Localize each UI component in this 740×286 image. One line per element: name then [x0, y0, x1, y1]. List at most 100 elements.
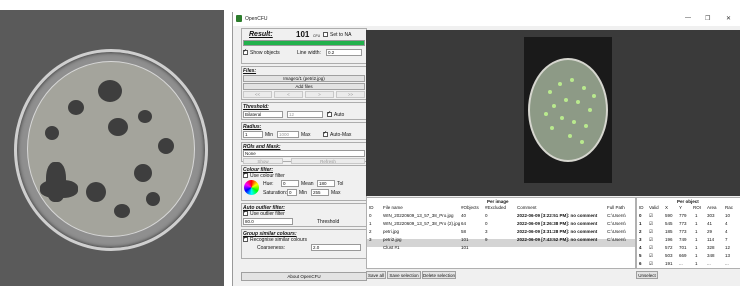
col-objects[interactable]: #Objects [461, 205, 479, 210]
next-file-button[interactable]: > [305, 91, 334, 98]
per-object-cell[interactable]: 4 [725, 229, 728, 234]
per-object-cell[interactable]: 773 [679, 221, 687, 226]
hue-mean-input[interactable]: 0 [281, 180, 299, 187]
per-object-cell[interactable]: 6 [639, 261, 642, 266]
col-full-path[interactable]: Full Path [607, 205, 625, 210]
per-object-cell[interactable]: 12 [725, 245, 730, 250]
per-object-cell[interactable]: 1 [695, 213, 698, 218]
per-image-cell[interactable]: WIN_20220609_13_57_38_Pro.jpg [383, 213, 454, 218]
radius-min-input[interactable]: 1 [243, 131, 263, 138]
per-object-cell[interactable]: 545 [665, 221, 673, 226]
per-image-cell[interactable]: 0 [369, 213, 372, 218]
per-image-cell[interactable]: 0 [485, 213, 488, 218]
per-image-cell[interactable]: 2022-06-09 [7:43:52 PM]: no comment [517, 237, 597, 242]
per-image-cell[interactable]: 2022-06-09 [3:31:28 PM]: no comment [517, 229, 597, 234]
close-button[interactable]: ✕ [726, 15, 731, 22]
per-object-cell[interactable]: 191 [665, 261, 673, 266]
per-object-cell[interactable]: 1 [695, 245, 698, 250]
threshold-auto-checkbox[interactable] [327, 110, 332, 117]
per-object-cell[interactable]: 1 [695, 261, 698, 266]
roi-select[interactable]: None [243, 150, 365, 157]
per-object-cell[interactable]: 503 [665, 253, 673, 258]
save-all-button[interactable]: Save all [366, 271, 386, 279]
auto-max-checkbox[interactable] [323, 130, 328, 137]
show-objects-checkbox[interactable] [243, 48, 248, 55]
col-comment[interactable]: Comment [517, 205, 537, 210]
per-object-cell[interactable]: ☑ [649, 253, 653, 259]
about-button[interactable]: About OpenCFU [241, 272, 367, 281]
per-image-cell[interactable]: 58 [461, 229, 466, 234]
col-id[interactable]: ID [369, 205, 374, 210]
col-excluded[interactable]: #Excluded [485, 205, 506, 210]
per-image-cell[interactable]: 101 [461, 245, 469, 250]
per-image-cell[interactable]: 3 [485, 229, 488, 234]
outlier-threshold-input[interactable]: 80.0 [243, 218, 293, 225]
per-object-cell[interactable]: 1 [695, 229, 698, 234]
per-object-cell[interactable]: 114 [707, 237, 714, 242]
per-object-cell[interactable]: 196 [665, 237, 673, 242]
per-object-cell[interactable]: 779 [679, 213, 687, 218]
per-object-cell[interactable]: ☑ [649, 261, 653, 267]
per-object-cell[interactable]: 669 [679, 253, 687, 258]
radius-max-input[interactable]: 1000 [277, 131, 299, 138]
per-object-cell[interactable]: 41 [707, 221, 712, 226]
per-object-cell[interactable]: 10 [725, 213, 730, 218]
per-object-cell[interactable]: 773 [679, 229, 687, 234]
per-object-cell[interactable]: 185 [665, 229, 673, 234]
per-object-cell[interactable]: ... [725, 261, 729, 266]
use-colour-filter-checkbox[interactable] [243, 171, 248, 178]
threshold-value-input[interactable]: 12 [287, 111, 323, 118]
per-object-cell[interactable]: 328 [707, 245, 715, 250]
first-file-button[interactable]: << [243, 91, 272, 98]
per-object-cell[interactable]: 29 [707, 229, 712, 234]
per-image-cell[interactable]: petri.jpg [383, 229, 399, 234]
per-object-cell[interactable]: 1 [639, 221, 642, 226]
per-object-cell[interactable]: ☑ [649, 245, 653, 251]
image-viewer[interactable] [366, 30, 740, 196]
per-image-cell[interactable]: 3 [369, 237, 372, 242]
per-object-cell[interactable]: 0 [639, 213, 642, 218]
per-image-cell[interactable]: 64 [461, 221, 466, 226]
obj-col-id[interactable]: ID [639, 205, 644, 210]
per-object-cell[interactable]: 7 [725, 237, 728, 242]
per-object-cell[interactable]: 4 [639, 245, 642, 250]
sat-min-input[interactable]: 0 [287, 189, 297, 196]
prev-file-button[interactable]: < [274, 91, 303, 98]
roi-refresh-button[interactable]: Refresh [291, 158, 365, 164]
per-image-cell[interactable]: 40 [461, 213, 466, 218]
per-object-cell[interactable]: 1 [695, 253, 698, 258]
per-object-cell[interactable]: 303 [707, 213, 715, 218]
obj-col-area[interactable]: Area [707, 205, 717, 210]
hue-tol-input[interactable]: 180 [317, 180, 335, 187]
obj-col-y[interactable]: Y [679, 205, 682, 210]
per-object-cell[interactable]: ☑ [649, 213, 653, 219]
obj-col-roi[interactable]: ROI [693, 205, 701, 210]
sat-max-input[interactable]: 255 [311, 189, 329, 196]
per-image-cell[interactable]: 9 [485, 237, 488, 242]
per-image-cell[interactable]: 1 [369, 221, 372, 226]
set-na-checkbox[interactable] [323, 32, 328, 37]
per-image-cell[interactable]: WIN_20220609_13_57_38_Pro (2).jpg [383, 221, 460, 226]
recognise-colours-checkbox[interactable] [243, 235, 248, 242]
per-image-cell[interactable]: C:\Users\ [607, 213, 626, 218]
obj-col-x[interactable]: X [665, 205, 668, 210]
per-object-cell[interactable]: 572 [665, 245, 673, 250]
per-image-cell[interactable]: C:\Users\ [607, 221, 626, 226]
line-width-input[interactable]: 0.2 [326, 49, 362, 56]
per-image-cell[interactable]: 2022-06-09 [3:22:51 PM]: no comment [517, 213, 597, 218]
delete-selection-button[interactable]: Delete selection [422, 271, 456, 279]
per-object-cell[interactable]: 13 [725, 253, 730, 258]
per-object-cell[interactable]: 1 [695, 221, 698, 226]
per-object-cell[interactable]: ☑ [649, 237, 653, 243]
per-image-cell[interactable]: C:\Users\ [607, 237, 626, 242]
per-image-cell[interactable]: 0 [485, 221, 488, 226]
per-image-cell[interactable]: C:\Users\ [607, 229, 626, 234]
per-image-cell[interactable]: petri2.jpg [383, 237, 402, 242]
per-object-cell[interactable]: 701 [679, 245, 687, 250]
last-file-button[interactable]: >> [336, 91, 365, 98]
coarseness-input[interactable]: 2.0 [311, 244, 361, 251]
roi-show-button[interactable]: Show [243, 158, 283, 164]
per-object-cell[interactable]: 3 [639, 237, 642, 242]
per-object-cell[interactable]: 590 [665, 213, 673, 218]
per-image-cell[interactable]: 2022-06-09 [3:26:38 PM]: no comment [517, 221, 597, 226]
